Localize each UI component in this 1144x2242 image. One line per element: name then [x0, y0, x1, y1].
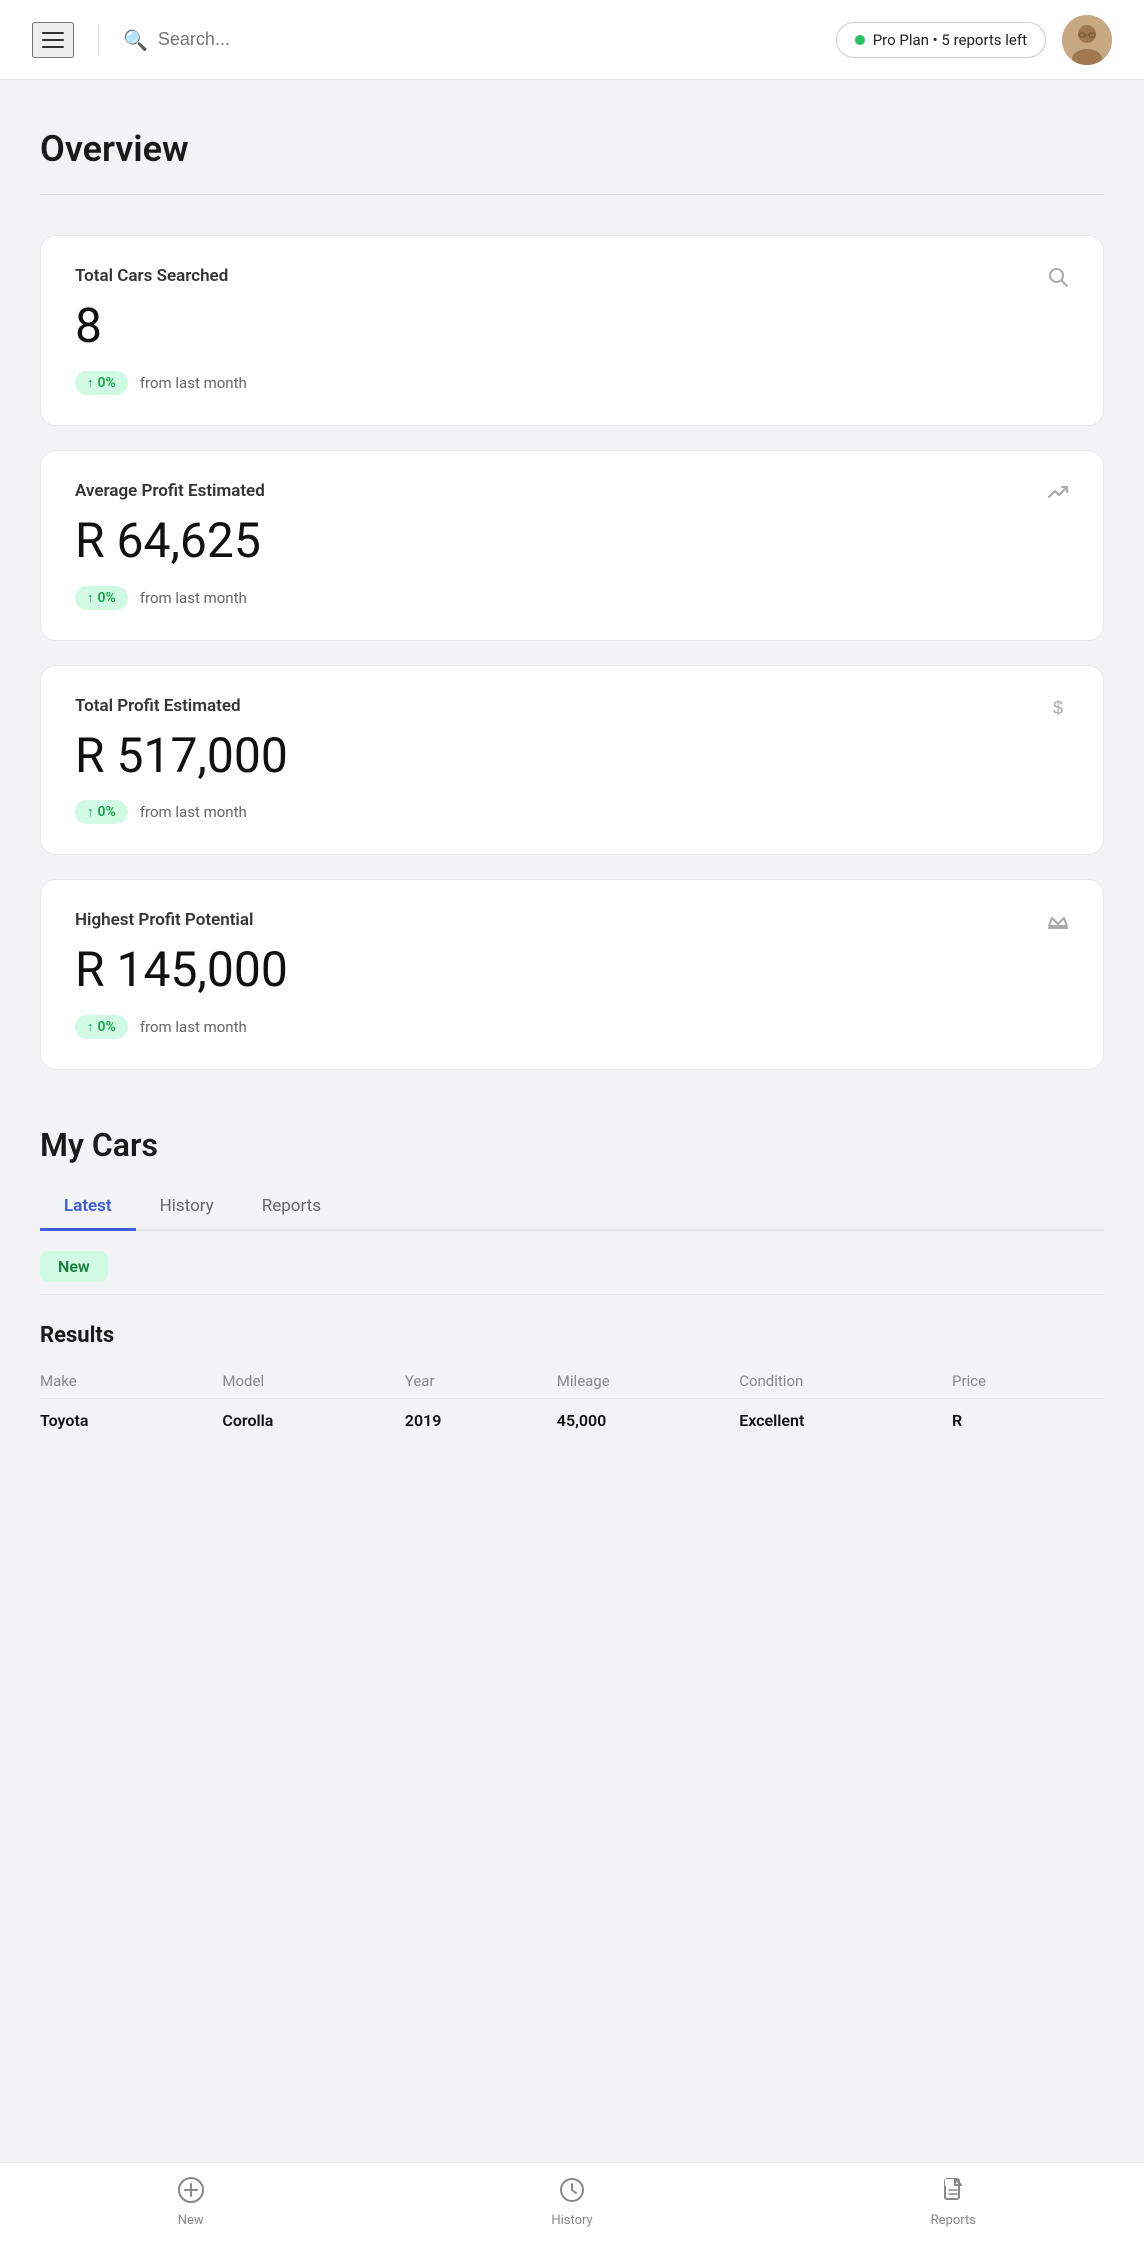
stat-search-icon: [1047, 266, 1069, 294]
arrow-up-icon: ↑: [87, 375, 94, 391]
change-value-avg-profit: 0%: [98, 590, 116, 606]
page-title: Overview: [40, 128, 1104, 170]
stat-card-total-profit: $ Total Profit Estimated R 517,000 ↑ 0% …: [40, 665, 1104, 856]
header: 🔍 Pro Plan • 5 reports left: [0, 0, 1144, 80]
change-value-total-profit: 0%: [98, 804, 116, 820]
stat-card-avg-profit: Average Profit Estimated R 64,625 ↑ 0% f…: [40, 450, 1104, 641]
bottom-nav-history[interactable]: History: [381, 2163, 762, 2242]
cell-make: Toyota: [40, 1411, 222, 1430]
stat-value-total-profit: R 517,000: [75, 730, 1069, 783]
user-avatar[interactable]: [1062, 15, 1112, 65]
change-badge-total-profit: ↑ 0%: [75, 800, 128, 824]
col-header-make: Make: [40, 1372, 222, 1390]
results-section: Results Make Model Year Mileage Conditio…: [40, 1295, 1104, 1443]
results-title: Results: [40, 1295, 1104, 1364]
stat-dollar-icon: $: [1047, 696, 1069, 724]
col-header-year: Year: [405, 1372, 557, 1390]
cell-model: Corolla: [222, 1411, 404, 1430]
file-icon: [940, 2177, 966, 2209]
cell-condition: Excellent: [739, 1411, 952, 1430]
stat-footer-avg-profit: ↑ 0% from last month: [75, 586, 1069, 610]
tab-reports[interactable]: Reports: [238, 1184, 345, 1231]
bottom-nav-new-label: New: [178, 2213, 204, 2228]
change-badge-avg-profit: ↑ 0%: [75, 586, 128, 610]
title-divider: [40, 194, 1104, 195]
col-header-mileage: Mileage: [557, 1372, 739, 1390]
stats-section: Total Cars Searched 8 ↑ 0% from last mon…: [40, 235, 1104, 1070]
new-badge-row: New: [40, 1231, 1104, 1294]
col-header-model: Model: [222, 1372, 404, 1390]
stat-label-total-profit: Total Profit Estimated: [75, 696, 1069, 716]
stat-label-highest-profit: Highest Profit Potential: [75, 910, 1069, 930]
menu-button[interactable]: [32, 22, 74, 58]
table-header: Make Model Year Mileage Condition Price: [40, 1364, 1104, 1399]
arrow-up-icon-3: ↑: [87, 804, 94, 820]
search-wrapper: 🔍: [123, 28, 820, 52]
stat-crown-icon: [1047, 910, 1069, 938]
pro-plan-label: Pro Plan • 5 reports left: [873, 31, 1027, 49]
stat-value-highest-profit: R 145,000: [75, 944, 1069, 997]
plus-icon: [178, 2177, 204, 2209]
pro-plan-badge[interactable]: Pro Plan • 5 reports left: [836, 22, 1046, 58]
search-input[interactable]: [158, 29, 418, 50]
tab-latest[interactable]: Latest: [40, 1184, 136, 1231]
col-header-condition: Condition: [739, 1372, 952, 1390]
search-icon: 🔍: [123, 28, 148, 52]
avatar-svg: [1062, 15, 1112, 65]
svg-text:$: $: [1053, 698, 1063, 718]
from-text-avg-profit: from last month: [140, 589, 247, 607]
from-text-total-profit: from last month: [140, 803, 247, 821]
cell-mileage: 45,000: [557, 1411, 739, 1430]
table-row[interactable]: Toyota Corolla 2019 45,000 Excellent R: [40, 1399, 1104, 1443]
from-text-total-cars: from last month: [140, 374, 247, 392]
arrow-up-icon-4: ↑: [87, 1019, 94, 1035]
change-value-total-cars: 0%: [98, 375, 116, 391]
bottom-nav-new[interactable]: New: [0, 2163, 381, 2242]
stat-card-highest-profit: Highest Profit Potential R 145,000 ↑ 0% …: [40, 879, 1104, 1070]
clock-icon: [559, 2177, 585, 2209]
from-text-highest-profit: from last month: [140, 1018, 247, 1036]
change-badge-total-cars: ↑ 0%: [75, 371, 128, 395]
change-value-highest-profit: 0%: [98, 1019, 116, 1035]
pro-plan-status-dot: [855, 35, 865, 45]
bottom-nav-history-label: History: [551, 2213, 592, 2228]
stat-footer-total-cars: ↑ 0% from last month: [75, 371, 1069, 395]
new-badge[interactable]: New: [40, 1251, 108, 1282]
header-divider: [98, 24, 99, 56]
tabs-row: Latest History Reports: [40, 1184, 1104, 1231]
tab-history[interactable]: History: [136, 1184, 238, 1231]
main-content: Overview Total Cars Searched 8 ↑ 0% from…: [0, 80, 1144, 1515]
arrow-up-icon-2: ↑: [87, 590, 94, 606]
stat-label-avg-profit: Average Profit Estimated: [75, 481, 1069, 501]
stat-trending-icon: [1047, 481, 1069, 509]
stat-label-total-cars: Total Cars Searched: [75, 266, 1069, 286]
my-cars-section: My Cars Latest History Reports New Resul…: [40, 1126, 1104, 1443]
avatar-image: [1062, 15, 1112, 65]
stat-footer-highest-profit: ↑ 0% from last month: [75, 1015, 1069, 1039]
cell-price: R: [952, 1411, 1104, 1430]
bottom-navigation: New History Reports: [0, 2162, 1144, 2242]
stat-value-avg-profit: R 64,625: [75, 515, 1069, 568]
bottom-nav-reports[interactable]: Reports: [763, 2163, 1144, 2242]
change-badge-highest-profit: ↑ 0%: [75, 1015, 128, 1039]
stat-footer-total-profit: ↑ 0% from last month: [75, 800, 1069, 824]
stat-card-total-cars: Total Cars Searched 8 ↑ 0% from last mon…: [40, 235, 1104, 426]
col-header-price: Price: [952, 1372, 1104, 1390]
cell-year: 2019: [405, 1411, 557, 1430]
stat-value-total-cars: 8: [75, 300, 1069, 353]
bottom-nav-reports-label: Reports: [931, 2213, 976, 2228]
my-cars-title: My Cars: [40, 1126, 1104, 1164]
